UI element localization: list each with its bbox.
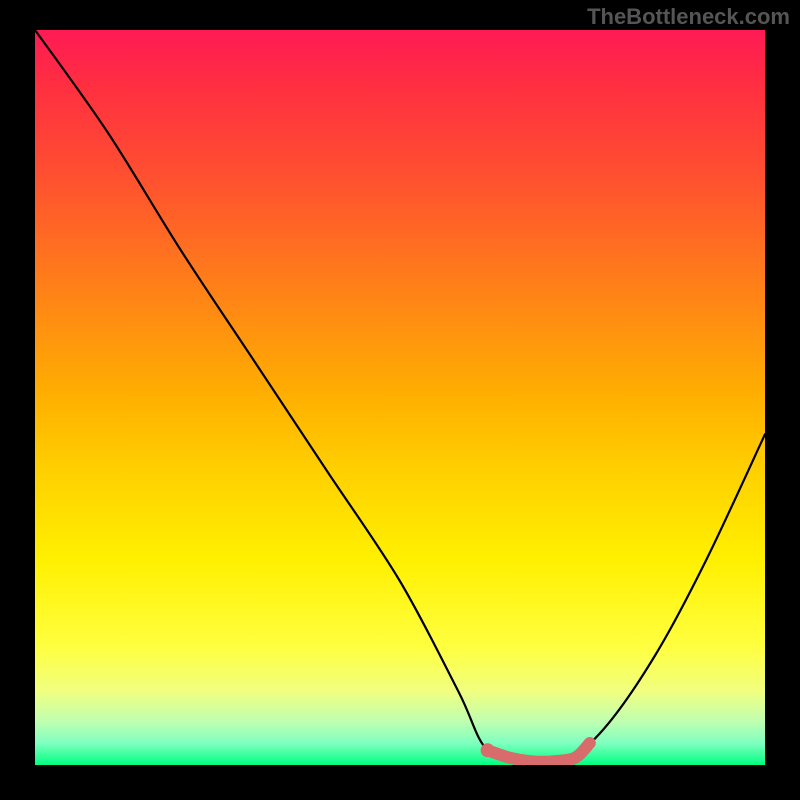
watermark-text: TheBottleneck.com [587,4,790,30]
optimal-range-highlight [488,743,590,762]
bottleneck-curve-path [35,30,765,765]
chart-plot-area [35,30,765,765]
optimal-start-dot [481,743,495,757]
chart-svg [35,30,765,765]
